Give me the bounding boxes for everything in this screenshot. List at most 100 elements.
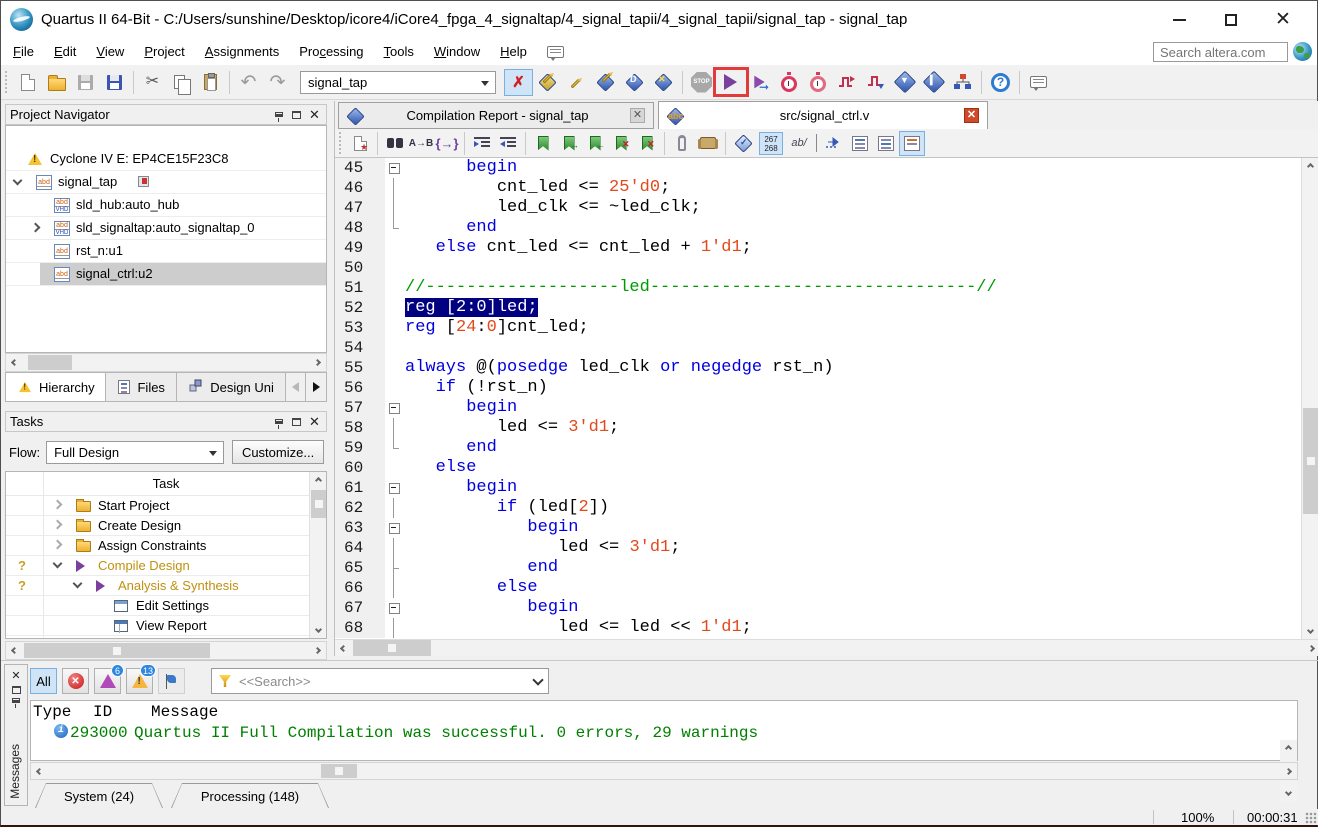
menu-window[interactable]: Window <box>424 39 490 64</box>
pnav-tab-files[interactable]: Files <box>106 372 177 402</box>
message-row[interactable]: i 293000 Quartus II Full Compilation was… <box>31 722 1297 744</box>
programmer-button[interactable]: ▼ <box>890 69 919 96</box>
resize-grip[interactable] <box>1305 812 1317 824</box>
tree-chevron-icon[interactable] <box>13 176 23 186</box>
editor-tab-src-signal-ctrl-v[interactable]: abcsrc/signal_ctrl.v✕ <box>658 101 988 129</box>
start-compilation-button[interactable] <box>716 69 745 96</box>
code-line-68[interactable]: 68 led <= led << 1'd1; <box>335 618 1301 638</box>
outdent-button[interactable] <box>495 131 521 156</box>
menu-assignments[interactable]: Assignments <box>195 39 289 64</box>
float-icon[interactable] <box>289 415 304 429</box>
replace-button[interactable]: A→B <box>408 131 434 156</box>
search-input[interactable] <box>1153 42 1288 62</box>
netlist-viewer-button[interactable]: ✕ <box>649 69 678 96</box>
comment-bubble-icon[interactable] <box>541 38 570 65</box>
pnav-tab-design-uni[interactable]: Design Uni <box>177 372 285 402</box>
filter-critical-button[interactable]: 6 <box>94 668 121 694</box>
fold-marker-icon[interactable] <box>385 598 405 618</box>
view-doc1-button[interactable] <box>847 131 873 156</box>
menu-view[interactable]: View <box>86 39 134 64</box>
pin-messages-icon[interactable] <box>12 698 20 703</box>
close-tab-icon[interactable]: ✕ <box>964 108 979 123</box>
tree-item-signal-tap[interactable]: abdsignal_tap <box>6 171 326 194</box>
task-row-create-design[interactable]: Create Design <box>6 516 326 536</box>
pin-planner-button[interactable] <box>533 69 562 96</box>
globe-icon[interactable] <box>1293 42 1312 61</box>
save-button[interactable] <box>71 69 100 96</box>
code-line-63[interactable]: 63 begin <box>335 518 1301 538</box>
code-line-53[interactable]: 53reg [24:0]cnt_led; <box>335 318 1301 338</box>
bookmark-prev-button[interactable]: ← <box>582 131 608 156</box>
menu-processing[interactable]: Processing <box>289 39 373 64</box>
menu-tools[interactable]: Tools <box>374 39 424 64</box>
task-chevron-icon[interactable] <box>73 579 83 589</box>
fold-marker-icon[interactable] <box>385 398 405 418</box>
cut-button[interactable]: ✂ <box>138 69 167 96</box>
code-line-56[interactable]: 56 if (!rst_n) <box>335 378 1301 398</box>
code-line-65[interactable]: 65 end <box>335 558 1301 578</box>
bookmark-button[interactable] <box>530 131 556 156</box>
messages-search-combo[interactable]: <<Search>> <box>211 668 549 694</box>
project-combo[interactable]: signal_tap <box>300 71 496 94</box>
pin-icon[interactable] <box>271 108 286 122</box>
code-line-55[interactable]: 55always @(posedge led_clk or negedge rs… <box>335 358 1301 378</box>
code-line-64[interactable]: 64 led <= 3'd1; <box>335 538 1301 558</box>
close-button[interactable]: ✕ <box>1257 1 1309 38</box>
code-line-54[interactable]: 54 <box>335 338 1301 358</box>
redo-button[interactable]: ↷ <box>263 69 292 96</box>
word-wrap-toggle[interactable]: ab/ <box>786 131 812 156</box>
menu-help[interactable]: Help <box>490 39 537 64</box>
signaltap2-button[interactable] <box>861 69 890 96</box>
filter-all-button[interactable]: All <box>30 668 57 694</box>
close-messages-icon[interactable]: ✕ <box>11 670 20 682</box>
editor-hscrollbar[interactable] <box>335 639 1318 656</box>
rapid-recompile-button[interactable]: ✗ <box>504 69 533 96</box>
save-all-button[interactable] <box>100 69 129 96</box>
task-row-compile-design[interactable]: ?Compile Design <box>6 556 326 576</box>
code-line-67[interactable]: 67 begin <box>335 598 1301 618</box>
macro-button[interactable] <box>695 131 721 156</box>
editor-tab-compilation-report-signal-tap[interactable]: Compilation Report - signal_tap✕ <box>338 102 654 129</box>
start-analysis-button[interactable]: ➞ <box>745 69 774 96</box>
code-line-49[interactable]: 49 else cnt_led <= cnt_led + 1'd1; <box>335 238 1301 258</box>
tasks-hscrollbar[interactable] <box>5 641 327 660</box>
task-chevron-icon[interactable] <box>53 559 63 569</box>
pnav-tab-hierarchy[interactable]: Hierarchy <box>5 372 106 402</box>
code-line-48[interactable]: 48 end <box>335 218 1301 238</box>
analyze-file-button[interactable]: ✓ <box>730 131 756 156</box>
code-line-58[interactable]: 58 led <= 3'd1; <box>335 418 1301 438</box>
flow-combo[interactable]: Full Design <box>46 441 224 464</box>
task-row-assign-constraints[interactable]: Assign Constraints <box>6 536 326 556</box>
float-icon[interactable] <box>289 108 304 122</box>
chip-planner-button[interactable]: ▍ <box>919 69 948 96</box>
code-line-59[interactable]: 59 end <box>335 438 1301 458</box>
editor-vscrollbar[interactable] <box>1301 158 1318 639</box>
filter-warnings-button[interactable]: 13 <box>126 668 153 694</box>
tree-item-rst-n-u1[interactable]: abdrst_n:u1 <box>6 240 326 263</box>
close-panel-icon[interactable]: ✕ <box>307 415 322 429</box>
help-button[interactable]: ? <box>986 69 1015 96</box>
customize-button[interactable]: Customize... <box>232 440 324 464</box>
undo-button[interactable]: ↶ <box>234 69 263 96</box>
code-line-62[interactable]: 62 if (led[2]) <box>335 498 1301 518</box>
view-doc2-button[interactable] <box>873 131 899 156</box>
task-row-analysis-synthesis[interactable]: ?Analysis & Synthesis <box>6 576 326 596</box>
code-line-60[interactable]: 60 else <box>335 458 1301 478</box>
timing-analyzer-button[interactable] <box>774 69 803 96</box>
open-file-button[interactable] <box>42 69 71 96</box>
task-chevron-icon[interactable] <box>53 500 63 510</box>
find-button[interactable] <box>382 131 408 156</box>
line-numbers-toggle[interactable]: 267268 <box>756 131 786 156</box>
signaltap-button[interactable] <box>832 69 861 96</box>
code-editor[interactable]: 45 begin46 cnt_led <= 25'd0;47 led_clk <… <box>335 158 1301 639</box>
task-chevron-icon[interactable] <box>53 520 63 530</box>
goto-button[interactable] <box>821 131 847 156</box>
code-line-61[interactable]: 61 begin <box>335 478 1301 498</box>
fold-marker-icon[interactable] <box>385 478 405 498</box>
tasks-vscrollbar[interactable] <box>309 472 326 638</box>
code-line-66[interactable]: 66 else <box>335 578 1301 598</box>
maximize-button[interactable] <box>1205 1 1257 38</box>
float-messages-icon[interactable] <box>12 686 21 694</box>
code-line-51[interactable]: 51//-------------------led--------------… <box>335 278 1301 298</box>
view-doc3-button[interactable] <box>899 131 925 156</box>
